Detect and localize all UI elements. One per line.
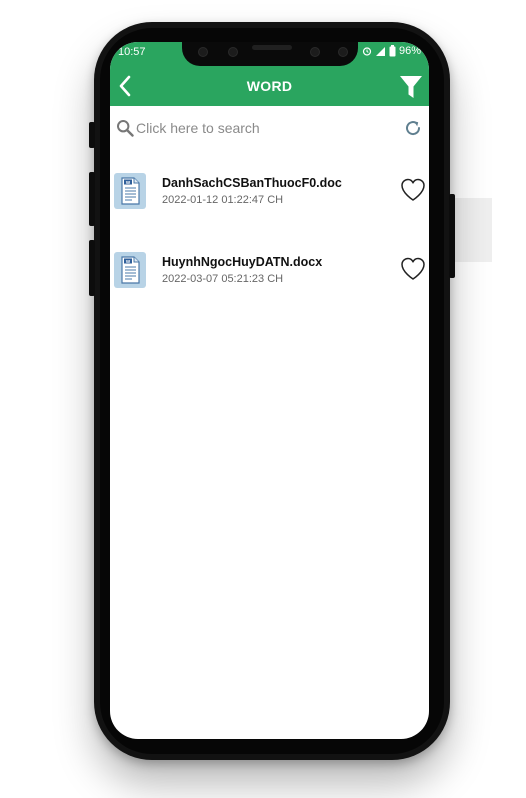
alarm-icon [362, 47, 372, 56]
search-input[interactable] [136, 116, 376, 140]
file-list-item[interactable]: W HuynhNgocHuyDATN.docx 2022-03-07 05:21… [110, 252, 429, 312]
heart-icon [401, 178, 425, 201]
file-name: HuynhNgocHuyDATN.docx [162, 255, 323, 269]
earpiece-speaker [252, 45, 292, 50]
search-bar [110, 106, 429, 152]
funnel-icon [400, 76, 422, 98]
refresh-button[interactable] [403, 118, 423, 138]
refresh-icon [406, 121, 421, 136]
background-shadow [452, 198, 492, 262]
app-header: 10:57 96% WORD [110, 42, 429, 106]
file-date: 2022-03-07 05:21:23 CH [162, 273, 284, 285]
page-title: WORD [246, 78, 293, 94]
status-indicators: 96% [362, 44, 421, 58]
power-button [449, 194, 455, 278]
sensor-dot [228, 47, 238, 57]
search-icon [116, 119, 134, 137]
favorite-button[interactable] [400, 177, 426, 203]
sensor-dot [310, 47, 320, 57]
volume-down-button [89, 172, 95, 226]
front-camera [338, 47, 348, 57]
filter-button[interactable] [399, 74, 423, 100]
mute-button [89, 240, 95, 296]
file-list-item[interactable]: W DanhSachCSBanThuocF0.doc 2022-01-12 01… [110, 173, 429, 233]
file-name: DanhSachCSBanThuocF0.doc [162, 176, 342, 190]
status-time: 10:57 [118, 46, 146, 58]
sensor-dot [198, 47, 208, 57]
battery-level: 96% [398, 45, 421, 57]
phone-notch [182, 42, 358, 66]
file-date: 2022-01-12 01:22:47 CH [162, 194, 284, 206]
heart-icon [401, 257, 425, 280]
word-document-icon: W [114, 252, 146, 288]
volume-up-button [89, 122, 95, 148]
word-document-icon: W [114, 173, 146, 209]
battery-icon [389, 45, 396, 57]
favorite-button[interactable] [400, 256, 426, 282]
app-screen: 10:57 96% WORD Click here to search W Da… [110, 42, 429, 739]
signal-icon [375, 46, 385, 56]
